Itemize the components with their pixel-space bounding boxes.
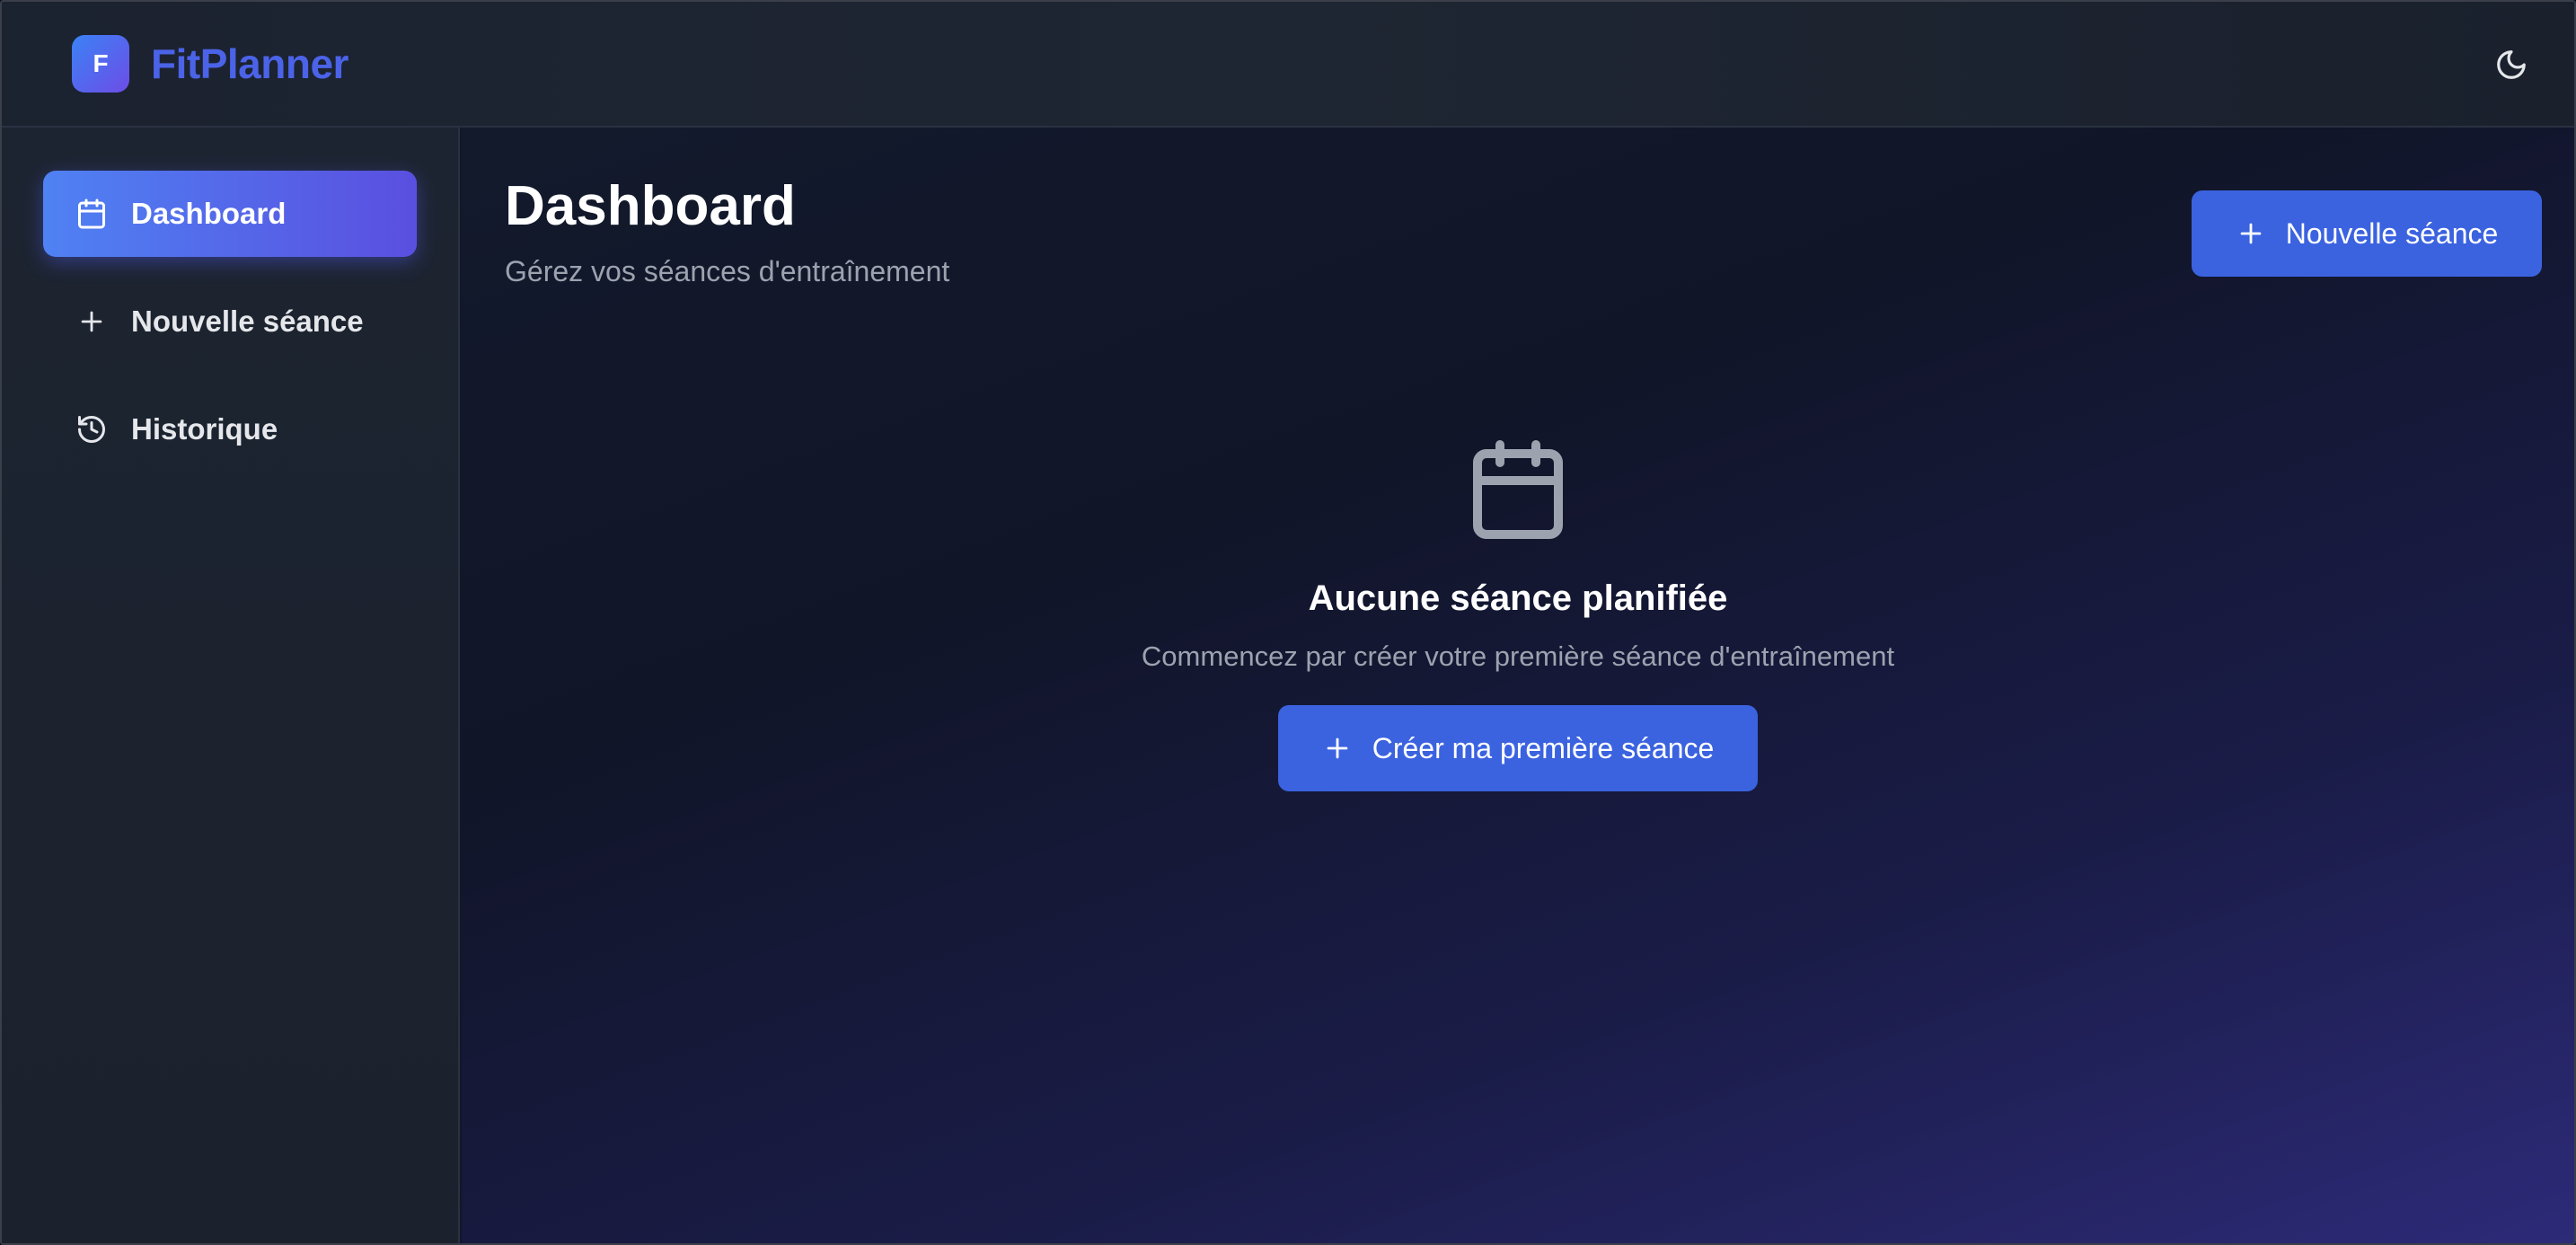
- moon-icon: [2497, 50, 2526, 79]
- app-window: F FitPlanner Dashboard Nouvelle séance H…: [0, 0, 2576, 1245]
- empty-state-text: Commencez par créer votre première séanc…: [1141, 640, 1895, 672]
- sidebar-item-label: Nouvelle séance: [131, 305, 364, 338]
- plus-icon: [1322, 733, 1353, 764]
- page-title: Dashboard: [505, 175, 796, 237]
- create-first-session-button-label: Créer ma première séance: [1372, 731, 1715, 764]
- create-first-session-button[interactable]: Créer ma première séance: [1278, 705, 1758, 791]
- theme-toggle-button[interactable]: [2488, 41, 2535, 88]
- brand[interactable]: F FitPlanner: [72, 35, 348, 93]
- brand-logo: F: [72, 35, 129, 93]
- main-content: Dashboard Gérez vos séances d'entraîneme…: [462, 128, 2574, 1243]
- sidebar-item-label: Historique: [131, 412, 278, 446]
- sidebar-item-new-session[interactable]: Nouvelle séance: [43, 278, 417, 365]
- page-subtitle: Gérez vos séances d'entraînement: [505, 255, 950, 287]
- calendar-icon: [74, 196, 110, 232]
- empty-state-title: Aucune séance planifiée: [1308, 578, 1728, 618]
- new-session-button-label: Nouvelle séance: [2285, 216, 2499, 250]
- sidebar-item-history[interactable]: Historique: [43, 386, 417, 472]
- empty-state: Aucune séance planifiée Commencez par cr…: [462, 433, 2574, 791]
- sidebar-item-dashboard[interactable]: Dashboard: [43, 171, 417, 257]
- history-icon: [74, 411, 110, 447]
- sidebar: Dashboard Nouvelle séance Historique: [2, 128, 460, 1243]
- brand-name: FitPlanner: [151, 40, 348, 87]
- new-session-button[interactable]: Nouvelle séance: [2192, 190, 2542, 277]
- calendar-icon: [1473, 440, 1563, 539]
- plus-icon: [74, 304, 110, 340]
- top-header: F FitPlanner: [2, 2, 2574, 128]
- sidebar-item-label: Dashboard: [131, 197, 287, 230]
- plus-icon: [2236, 218, 2266, 249]
